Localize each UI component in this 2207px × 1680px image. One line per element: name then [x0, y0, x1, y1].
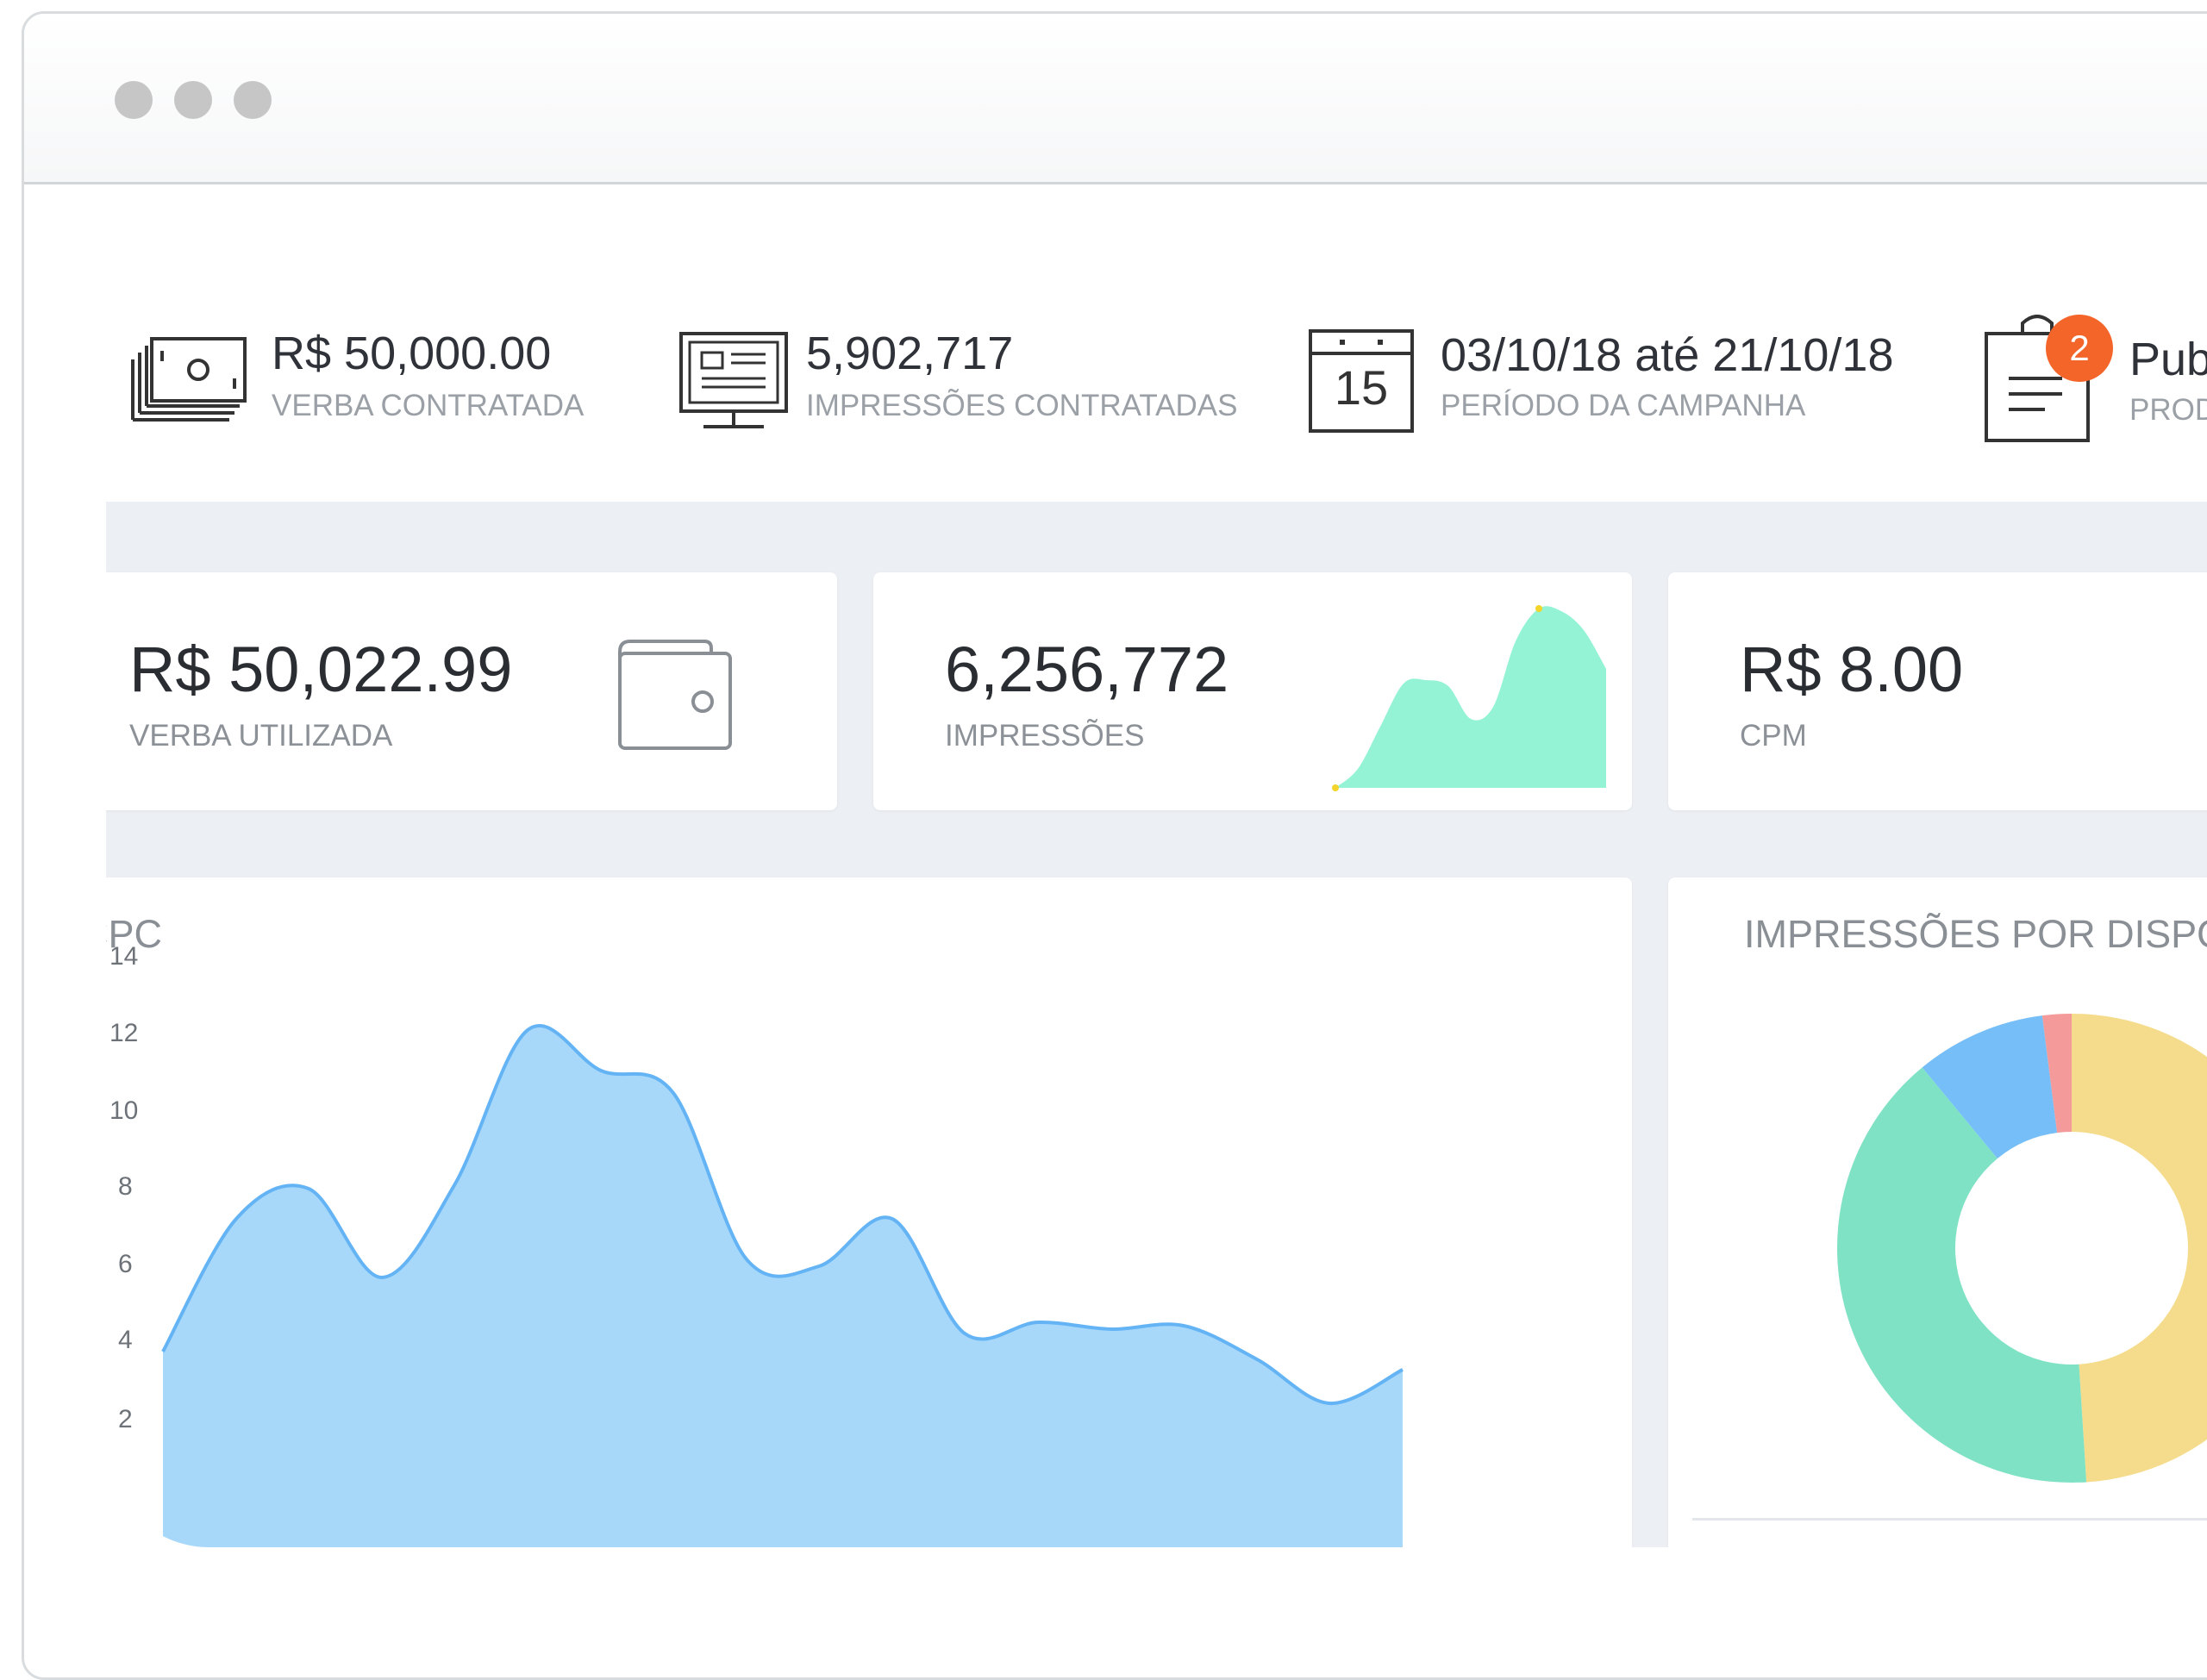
cpc-area-plot: [161, 1023, 1404, 1547]
sparkline-marker: [1332, 784, 1339, 791]
money-stack-icon: [131, 337, 247, 422]
wallet-icon: [618, 640, 732, 750]
kpi-label: VERBA UTILIZADA: [129, 719, 393, 753]
panel-divider: [1692, 1518, 2207, 1521]
donut-slice-yellow[interactable]: [2072, 1014, 2207, 1483]
kpi-value: R$ 50,022.99: [129, 634, 513, 705]
stat-value: R$ 50,000.00: [272, 328, 552, 379]
impressions-by-device-panel: IMPRESSÕES POR DISPO: [1668, 877, 2207, 1547]
stat-value: Pub: [2129, 334, 2207, 385]
window-titlebar: [24, 14, 2207, 184]
stat-label: IMPRESSÕES CONTRATADAS: [806, 389, 1238, 422]
kpi-label: CPM: [1740, 719, 1807, 753]
stat-value: 5,902,717: [806, 328, 1014, 379]
kpi-card-cpm: R$ 8.00 CPM: [1668, 572, 2207, 810]
kpi-card-verba-utilizada: R$ 50,022.99 VERBA UTILIZADA: [106, 572, 837, 810]
window-minimize-dot[interactable]: [174, 81, 212, 119]
impressions-sparkline: [1332, 605, 1606, 791]
stat-label: PROD: [2129, 393, 2207, 427]
cpc-area-fill: [163, 1025, 1403, 1547]
stat-label: PERÍODO DA CAMPANHA: [1441, 389, 1806, 422]
window-close-dot[interactable]: [115, 81, 153, 119]
stat-value: 03/10/18 até 21/10/18: [1441, 329, 1894, 381]
kpi-value: 6,256,772: [945, 634, 1229, 705]
kpi-value: R$ 8.00: [1740, 634, 1964, 705]
kpi-card-impressoes: 6,256,772 IMPRESSÕES: [873, 572, 1632, 810]
sparkline-marker: [1535, 605, 1542, 612]
display-monitor-icon: [679, 332, 788, 428]
kpi-label: IMPRESSÕES: [945, 719, 1145, 753]
window-maximize-dot[interactable]: [234, 81, 272, 119]
sparkline-area: [1335, 606, 1606, 788]
stat-label: VERBA CONTRATADA: [272, 389, 585, 422]
campaign-summary-strip: R$ 50,000.00 VERBA CONTRATADA 5,902,717 …: [106, 263, 2207, 502]
calendar-day-number: 15: [1334, 360, 1389, 415]
notification-badge[interactable]: 2: [2046, 315, 2113, 382]
dashboard-viewport: R$ 50,000.00 VERBA CONTRATADA 5,902,717 …: [106, 263, 2207, 1547]
cpc-chart-panel: CPC 14 12 10 8 6 4 2: [106, 877, 1632, 1547]
device-donut-chart: [1837, 1014, 2207, 1483]
